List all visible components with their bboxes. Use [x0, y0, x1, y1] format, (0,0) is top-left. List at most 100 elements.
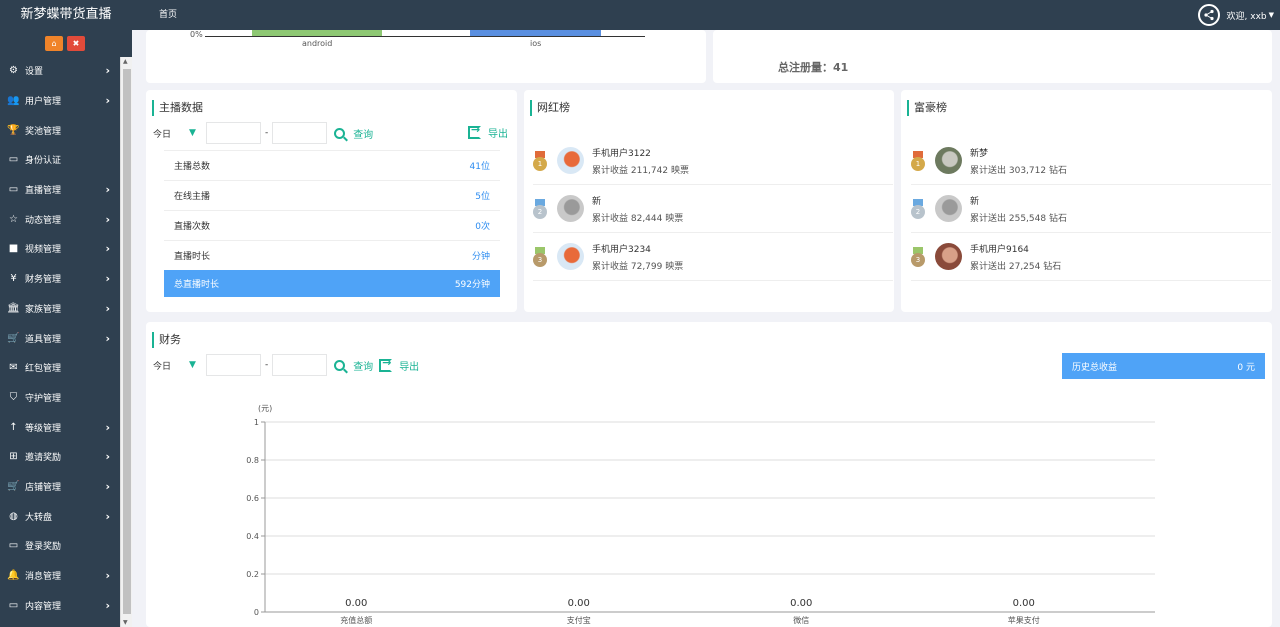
sidebar-item-15[interactable]: ◍ 大转盘 ›	[0, 501, 120, 531]
bar-value-label: 0.00	[345, 598, 367, 609]
y-axis-label: (元)	[258, 404, 272, 413]
star-icon: ☆	[9, 213, 18, 225]
anchor-stat-label: 主播总数	[174, 162, 211, 172]
anchor-end-date-input[interactable]	[272, 122, 328, 144]
sidebar-item-label: 守护管理	[25, 393, 62, 404]
chevron-right-icon: ›	[105, 301, 110, 315]
top-bar: 新梦蝶带货直播 首页 欢迎, xxb ▼	[0, 0, 1280, 30]
sidebar-item-6[interactable]: ■ 视频管理 ›	[0, 234, 120, 264]
home-icon[interactable]: ⌂	[45, 35, 63, 51]
scroll-down-arrow[interactable]: ▼	[123, 619, 128, 626]
anchor-stat-row: 在线主播 5位	[164, 180, 500, 210]
share-icon[interactable]	[1197, 4, 1220, 26]
medal-icon: 1	[911, 150, 925, 171]
user-menu[interactable]: 欢迎, xxb ▼	[1197, 0, 1274, 30]
y-tick-label: 0	[254, 608, 259, 617]
anchor-stat-label: 总直播时长	[174, 280, 220, 290]
chevron-right-icon: ›	[105, 94, 110, 108]
anchor-search-button[interactable]: 查询	[334, 126, 373, 141]
influencer-rank-item[interactable]: 1 手机用户3122 累计收益 211,742 映票	[533, 137, 893, 185]
finance-range-select[interactable]: 今日	[153, 359, 171, 372]
sidebar-item-2[interactable]: 🏆 奖池管理	[0, 115, 120, 145]
chevron-right-icon: ›	[105, 212, 110, 226]
chevron-right-icon: ›	[105, 598, 110, 612]
avatar	[935, 243, 962, 270]
rich-rank-amount: 累计送出 255,548 钻石	[970, 213, 1067, 224]
anchor-stat-value: 592分钟	[454, 280, 490, 290]
influencer-panel-title: 网红榜	[530, 100, 570, 116]
bar-value-label: 0.00	[568, 598, 590, 609]
caret-down-icon[interactable]: ▼	[1269, 11, 1274, 19]
finance-panel-title: 财务	[152, 332, 181, 348]
influencer-rank-name: 手机用户3122	[592, 148, 651, 159]
welcome-text[interactable]: 欢迎, xxb	[1227, 9, 1267, 22]
sidebar-item-11[interactable]: ⛉ 守护管理	[0, 383, 120, 413]
sidebar-item-16[interactable]: ▭ 登录奖励	[0, 531, 120, 561]
sidebar-item-label: 动态管理	[25, 215, 62, 226]
sidebar-item-9[interactable]: 🛒 道具管理 ›	[0, 323, 120, 353]
anchor-export-button[interactable]: 导出	[468, 123, 508, 140]
finance-export-button[interactable]: 导出	[379, 356, 420, 373]
sidebar-item-label: 视频管理	[25, 245, 62, 256]
scroll-up-arrow[interactable]: ▲	[123, 58, 128, 65]
sidebar-item-17[interactable]: 🔔 消息管理 ›	[0, 561, 120, 591]
gears-icon: ⚙	[9, 65, 18, 77]
trash-icon[interactable]: ✖	[67, 35, 85, 51]
trophy-icon: 🏆	[7, 124, 20, 136]
anchor-range-select[interactable]: 今日	[153, 127, 171, 140]
anchor-stat-value: 0次	[475, 222, 490, 232]
finance-total-bar: 历史总收益 0 元	[1062, 353, 1265, 379]
anchor-stat-value: 分钟	[471, 252, 490, 262]
platform-label-android: android	[302, 39, 333, 48]
y-tick-label: 0.8	[246, 456, 259, 465]
sidebar-item-12[interactable]: ↑ 等级管理 ›	[0, 412, 120, 442]
finance-search-label: 查询	[353, 361, 374, 373]
sidebar-item-4[interactable]: ▭ 直播管理 ›	[0, 175, 120, 205]
chevron-right-icon: ›	[105, 479, 110, 493]
avatar	[935, 195, 962, 222]
chevron-right-icon: ›	[105, 272, 110, 286]
nav-home-link[interactable]: 首页	[159, 0, 177, 30]
rich-rank-item[interactable]: 1 新梦 累计送出 303,712 钻石	[911, 137, 1271, 185]
finance-end-date-input[interactable]	[272, 354, 328, 376]
register-panel: 总注册量：41	[713, 30, 1272, 83]
sidebar-item-5[interactable]: ☆ 动态管理 ›	[0, 204, 120, 234]
scroll-thumb[interactable]	[123, 69, 131, 614]
y-tick-label: 1	[254, 418, 259, 427]
sidebar-scrollbar[interactable]: ▲ ▼	[120, 57, 132, 627]
sidebar-item-18[interactable]: ▭ 内容管理 ›	[0, 590, 120, 620]
finance-export-label: 导出	[399, 361, 420, 373]
sidebar-item-13[interactable]: ⊞ 邀请奖励 ›	[0, 442, 120, 472]
anchor-query-row: 今日 ▼ - 查询	[153, 122, 373, 144]
sidebar-item-14[interactable]: 🛒 店铺管理 ›	[0, 472, 120, 502]
sidebar-item-3[interactable]: ▭ 身份认证	[0, 145, 120, 175]
sidebar-item-7[interactable]: ¥ 财务管理 ›	[0, 264, 120, 294]
rich-rank-name: 新	[970, 196, 980, 207]
sidebar-item-label: 店铺管理	[25, 482, 62, 493]
avatar	[557, 195, 584, 222]
bell-icon: 🔔	[7, 570, 20, 582]
finance-query-row: 今日 ▼ - 查询 导出	[153, 354, 419, 376]
anchor-range-dropdown-icon[interactable]: ▼	[189, 128, 196, 138]
sidebar-item-label: 家族管理	[25, 304, 62, 315]
influencer-rank-name: 新	[592, 196, 602, 207]
rich-rank-item[interactable]: 3 手机用户9164 累计送出 27,254 钻石	[911, 233, 1271, 281]
influencer-rank-item[interactable]: 3 手机用户3234 累计收益 72,799 映票	[533, 233, 893, 281]
finance-search-button[interactable]: 查询	[334, 358, 373, 373]
medal-icon: 1	[533, 150, 547, 171]
rich-rank-amount: 累计送出 303,712 钻石	[970, 165, 1067, 176]
rich-rank-item[interactable]: 2 新累计送出 255,548 钻石	[911, 185, 1271, 233]
influencer-rank-item[interactable]: 2 新累计收益 82,444 映票	[533, 185, 893, 233]
sidebar-item-0[interactable]: ⚙ 设置 ›	[0, 56, 120, 86]
yen-icon: ¥	[10, 273, 17, 285]
anchor-start-date-input[interactable]	[205, 122, 261, 144]
finance-start-date-input[interactable]	[205, 354, 261, 376]
sitemap-icon: ⊞	[9, 451, 18, 463]
finance-range-dropdown-icon[interactable]: ▼	[189, 360, 196, 370]
sidebar-item-1[interactable]: 👥 用户管理 ›	[0, 86, 120, 116]
y-tick-label: 0.2	[246, 570, 259, 579]
sidebar-item-label: 大转盘	[25, 512, 53, 523]
sidebar-item-label: 道具管理	[25, 334, 62, 345]
sidebar-item-10[interactable]: ✉ 红包管理	[0, 353, 120, 383]
sidebar-item-8[interactable]: 🏛 家族管理 ›	[0, 294, 120, 324]
